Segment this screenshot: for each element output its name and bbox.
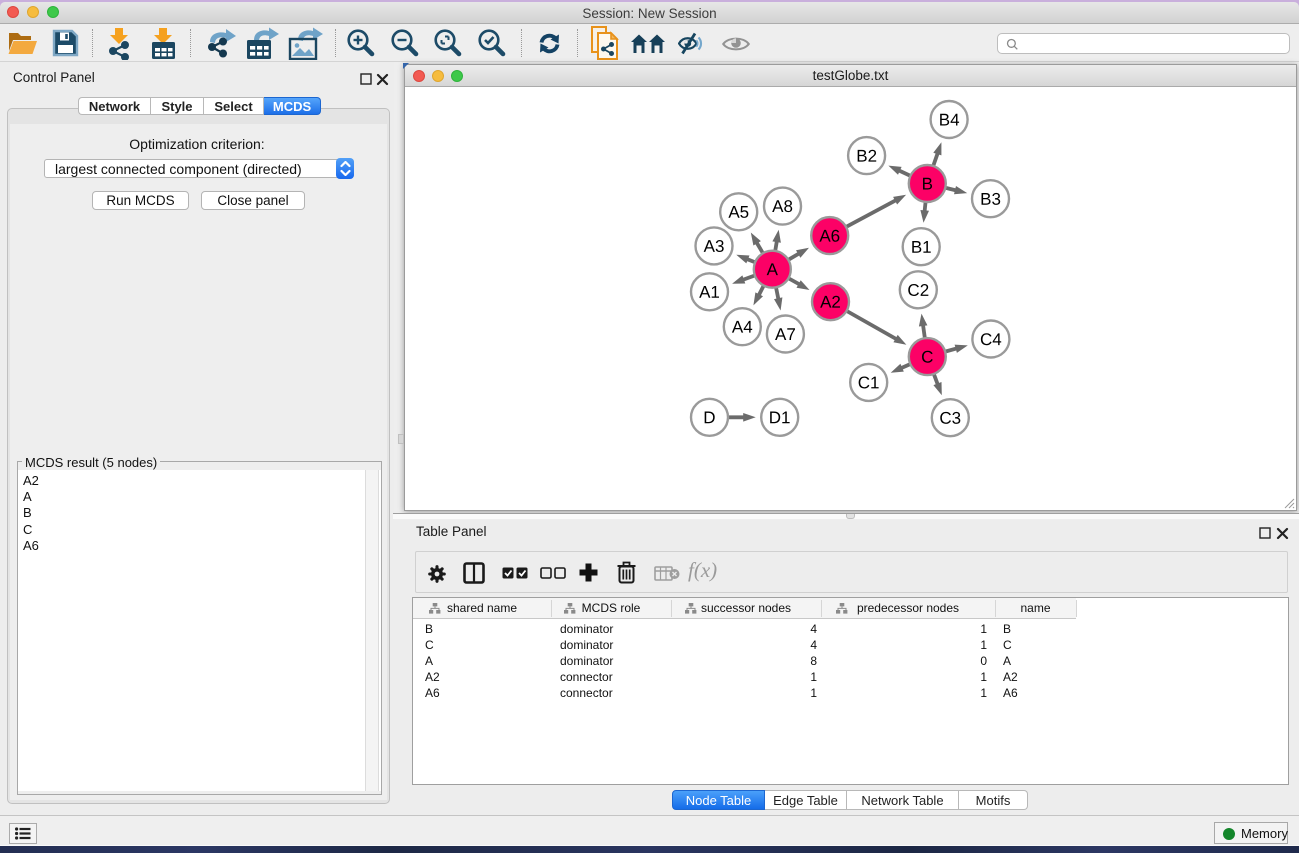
svg-text:A7: A7 <box>775 325 796 344</box>
svg-text:A8: A8 <box>772 197 793 216</box>
svg-text:A3: A3 <box>704 237 725 256</box>
svg-text:A4: A4 <box>732 318 753 337</box>
svg-text:D: D <box>703 408 715 427</box>
svg-text:D1: D1 <box>769 408 791 427</box>
svg-text:C: C <box>921 348 933 367</box>
svg-text:A1: A1 <box>699 283 720 302</box>
svg-text:A2: A2 <box>820 293 841 312</box>
svg-text:C2: C2 <box>907 281 929 300</box>
svg-text:A6: A6 <box>819 227 840 246</box>
svg-text:C1: C1 <box>858 373 880 392</box>
svg-text:B: B <box>922 175 933 194</box>
svg-text:A5: A5 <box>728 203 749 222</box>
svg-text:C4: C4 <box>980 330 1002 349</box>
svg-text:A: A <box>767 260 779 279</box>
svg-text:B4: B4 <box>939 111 960 130</box>
svg-text:B2: B2 <box>856 147 877 166</box>
svg-text:B1: B1 <box>911 238 932 257</box>
svg-text:B3: B3 <box>980 190 1001 209</box>
svg-text:C3: C3 <box>939 409 961 428</box>
